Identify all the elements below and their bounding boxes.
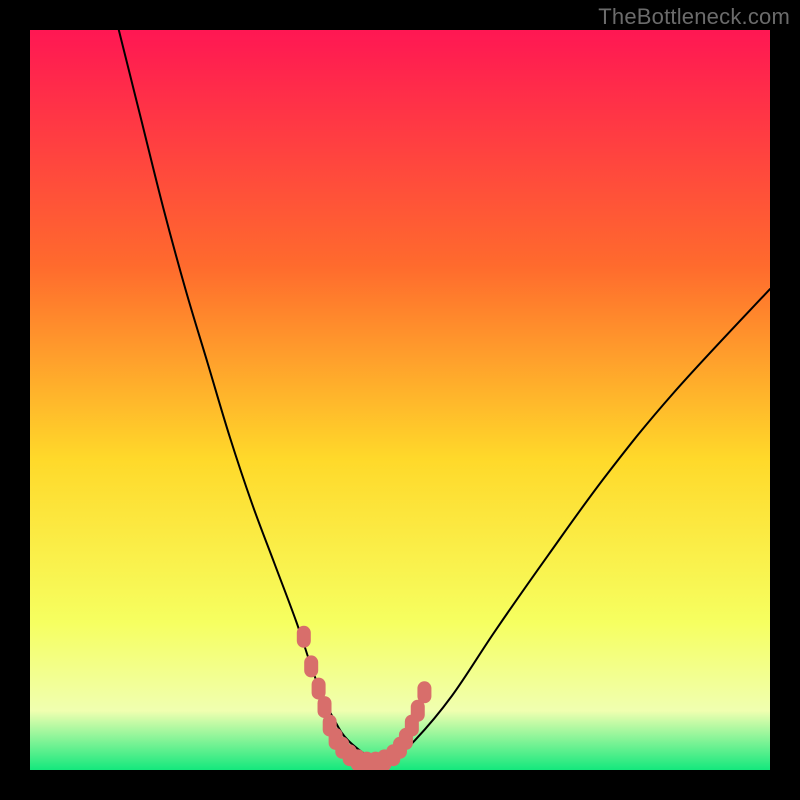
gradient-background [30,30,770,770]
watermark-text: TheBottleneck.com [598,4,790,30]
optimal-marker [297,626,311,648]
bottleneck-chart [30,30,770,770]
optimal-marker [304,655,318,677]
optimal-marker [411,700,425,722]
optimal-marker [417,681,431,703]
chart-frame: TheBottleneck.com [0,0,800,800]
